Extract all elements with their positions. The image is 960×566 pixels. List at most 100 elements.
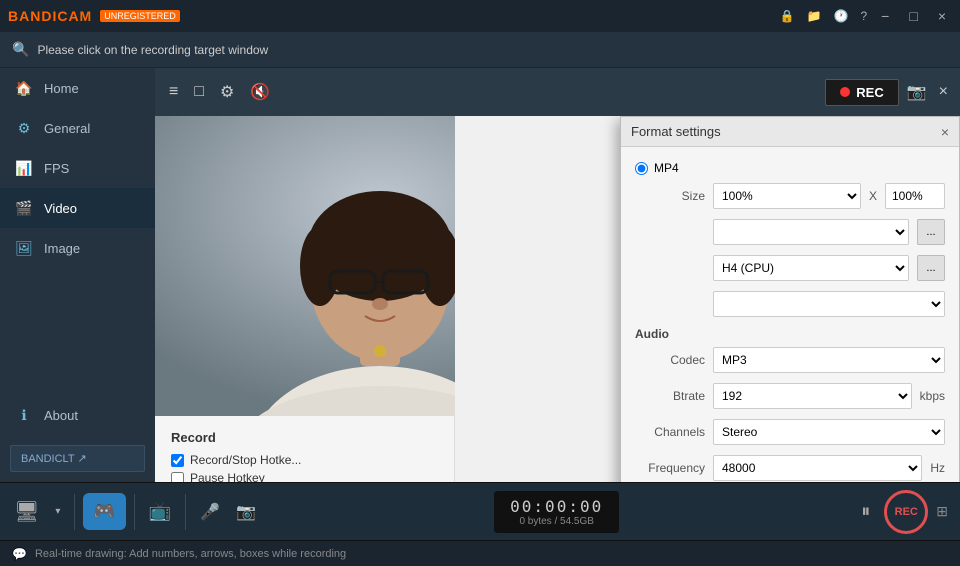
hz-label: Hz <box>930 461 945 475</box>
sidebar-item-image-label: Image <box>44 241 80 256</box>
audio-section-title: Audio <box>635 327 945 341</box>
checkbox-pause-hotkey: Pause Hotkey <box>171 471 438 482</box>
search-icon: 🔍 <box>12 41 29 58</box>
lock-icon[interactable]: 🔒 <box>780 9 795 23</box>
frequency-row: Frequency 48000 44100 22050 Hz <box>635 455 945 481</box>
bottom-sep1 <box>74 494 75 530</box>
screen-record-icon[interactable]: 🖥 <box>8 493 45 530</box>
app-window: BANDICAM UNREGISTERED 🔒 📁 🕐 ? − □ × 🔍 Pl… <box>0 0 960 566</box>
maximize-button[interactable]: □ <box>903 6 923 26</box>
sidebar-item-about-label: About <box>44 408 78 423</box>
record-hotkey-label: Record/Stop Hotke... <box>190 453 301 467</box>
rec-button[interactable]: REC <box>825 79 898 106</box>
frequency-select[interactable]: 48000 44100 22050 <box>713 455 922 481</box>
rec-circle-label: REC <box>895 506 918 518</box>
encoder-select[interactable]: H4 (CPU) H4 (GPU) <box>713 255 909 281</box>
mp4-radio-row: MP4 <box>635 161 945 175</box>
title-bar-icons: 🔒 📁 🕐 ? <box>780 9 868 23</box>
pause-button[interactable]: ⏸ <box>851 495 880 528</box>
rect-icon[interactable]: □ <box>188 79 210 105</box>
expand-icon[interactable]: ⊞ <box>932 499 952 524</box>
size-select1[interactable]: 100% 75% 50% <box>713 183 861 209</box>
sidebar-item-general[interactable]: ⚙ General <box>0 108 155 148</box>
timer-area: 00:00:00 0 bytes / 54.5GB <box>494 491 619 533</box>
encoder-ellipsis[interactable]: ... <box>917 255 945 281</box>
left-panel: Record Record/Stop Hotke... Pause Hotkey… <box>155 116 455 482</box>
format-settings-panel: Format settings × MP4 Size <box>620 116 960 482</box>
pause-hotkey-checkbox[interactable] <box>171 472 184 483</box>
channels-select[interactable]: Stereo Mono <box>713 419 945 445</box>
record-section-title: Record <box>171 430 438 445</box>
webcam-icon[interactable]: 📷 <box>230 496 262 528</box>
extra-select[interactable] <box>713 291 945 317</box>
sidebar-item-image[interactable]: 🖼 Image <box>0 228 155 268</box>
home-icon: 🏠 <box>14 78 34 98</box>
info-icon: ℹ <box>14 405 34 425</box>
sidebar-item-home-label: Home <box>44 81 79 96</box>
audio-codec-row: Codec MP3 AAC PCM <box>635 347 945 373</box>
audio-codec-label: Codec <box>635 353 705 367</box>
sidebar-item-fps[interactable]: 📊 FPS <box>0 148 155 188</box>
channels-label: Channels <box>635 425 705 439</box>
sidebar-item-video-label: Video <box>44 201 77 216</box>
audio-codec-select[interactable]: MP3 AAC PCM <box>713 347 945 373</box>
image-icon: 🖼 <box>14 238 34 258</box>
settings-icon[interactable]: ⚙ <box>214 78 240 106</box>
help-icon[interactable]: ? <box>860 9 867 23</box>
bitrate-label: Btrate <box>635 389 705 403</box>
sidebar-item-about[interactable]: ℹ About <box>0 395 155 435</box>
size-input2[interactable] <box>885 183 945 209</box>
dropdown-arrow-icon[interactable]: ▾ <box>49 500 66 523</box>
rec-label: REC <box>856 85 883 100</box>
app-body: 🏠 Home ⚙ General 📊 FPS 🎬 Video 🖼 Image <box>0 68 960 482</box>
status-bar: 💬 Real-time drawing: Add numbers, arrows… <box>0 540 960 566</box>
clock-icon[interactable]: 🕐 <box>834 9 849 23</box>
sidebar: 🏠 Home ⚙ General 📊 FPS 🎬 Video 🖼 Image <box>0 68 155 482</box>
search-placeholder: Please click on the recording target win… <box>37 43 268 57</box>
size-display: 0 bytes / 54.5GB <box>519 516 594 527</box>
bottom-sep2 <box>134 494 135 530</box>
fs-title: Format settings <box>631 124 941 139</box>
folder-icon[interactable]: 📁 <box>807 9 822 23</box>
fs-close-icon[interactable]: × <box>941 124 949 140</box>
rec-circle-button[interactable]: REC <box>884 490 928 534</box>
minimize-button[interactable]: − <box>875 6 895 26</box>
extra-row <box>635 291 945 317</box>
search-bar: 🔍 Please click on the recording target w… <box>0 32 960 68</box>
bottom-bar: 🖥 ▾ 🎮 📺 🎤 📷 00:00:00 0 bytes / 54.5GB ⏸ … <box>0 482 960 540</box>
codec-ellipsis1[interactable]: ... <box>917 219 945 245</box>
sidebar-item-video[interactable]: 🎬 Video <box>0 188 155 228</box>
gamepad-icon[interactable]: 🎮 <box>83 493 125 530</box>
mp4-label: MP4 <box>654 161 679 175</box>
chat-icon: 💬 <box>12 547 27 561</box>
bandicam-button[interactable]: BANDICLT ↗ <box>10 445 145 472</box>
timer-display: 00:00:00 <box>510 497 603 516</box>
app-logo: BANDICAM <box>8 8 92 24</box>
video-icon: 🎬 <box>14 198 34 218</box>
sidebar-item-general-label: General <box>44 121 90 136</box>
close-button[interactable]: × <box>932 6 952 26</box>
mute-icon[interactable]: 🔇 <box>244 78 276 106</box>
main-panel: ≡ □ ⚙ 🔇 REC 📷 × <box>155 68 960 482</box>
sidebar-item-fps-label: FPS <box>44 161 69 176</box>
hdmi-icon[interactable]: 📺 <box>143 495 177 528</box>
size-row: Size 100% 75% 50% X <box>635 183 945 209</box>
record-hotkey-checkbox[interactable] <box>171 454 184 467</box>
status-text: Real-time drawing: Add numbers, arrows, … <box>35 548 346 560</box>
checkbox-record-hotkey: Record/Stop Hotke... <box>171 453 438 467</box>
fs-title-bar: Format settings × <box>621 117 959 147</box>
rec-dot <box>840 87 850 97</box>
title-bar: BANDICAM UNREGISTERED 🔒 📁 🕐 ? − □ × <box>0 0 960 32</box>
mp4-radio[interactable] <box>635 162 648 175</box>
close-preview-icon[interactable]: × <box>935 79 952 105</box>
channels-row: Channels Stereo Mono <box>635 419 945 445</box>
menu-icon[interactable]: ≡ <box>163 79 184 105</box>
bandicam-btn-label: BANDICLT ↗ <box>21 452 87 465</box>
sidebar-item-home[interactable]: 🏠 Home <box>0 68 155 108</box>
mic-icon[interactable]: 🎤 <box>194 496 226 528</box>
bitrate-select[interactable]: 192 128 320 <box>713 383 912 409</box>
kbps-label: kbps <box>920 389 945 403</box>
right-area: Format settings × MP4 Size <box>455 116 960 482</box>
camera-icon[interactable]: 📷 <box>903 78 931 106</box>
codec-select1[interactable] <box>713 219 909 245</box>
